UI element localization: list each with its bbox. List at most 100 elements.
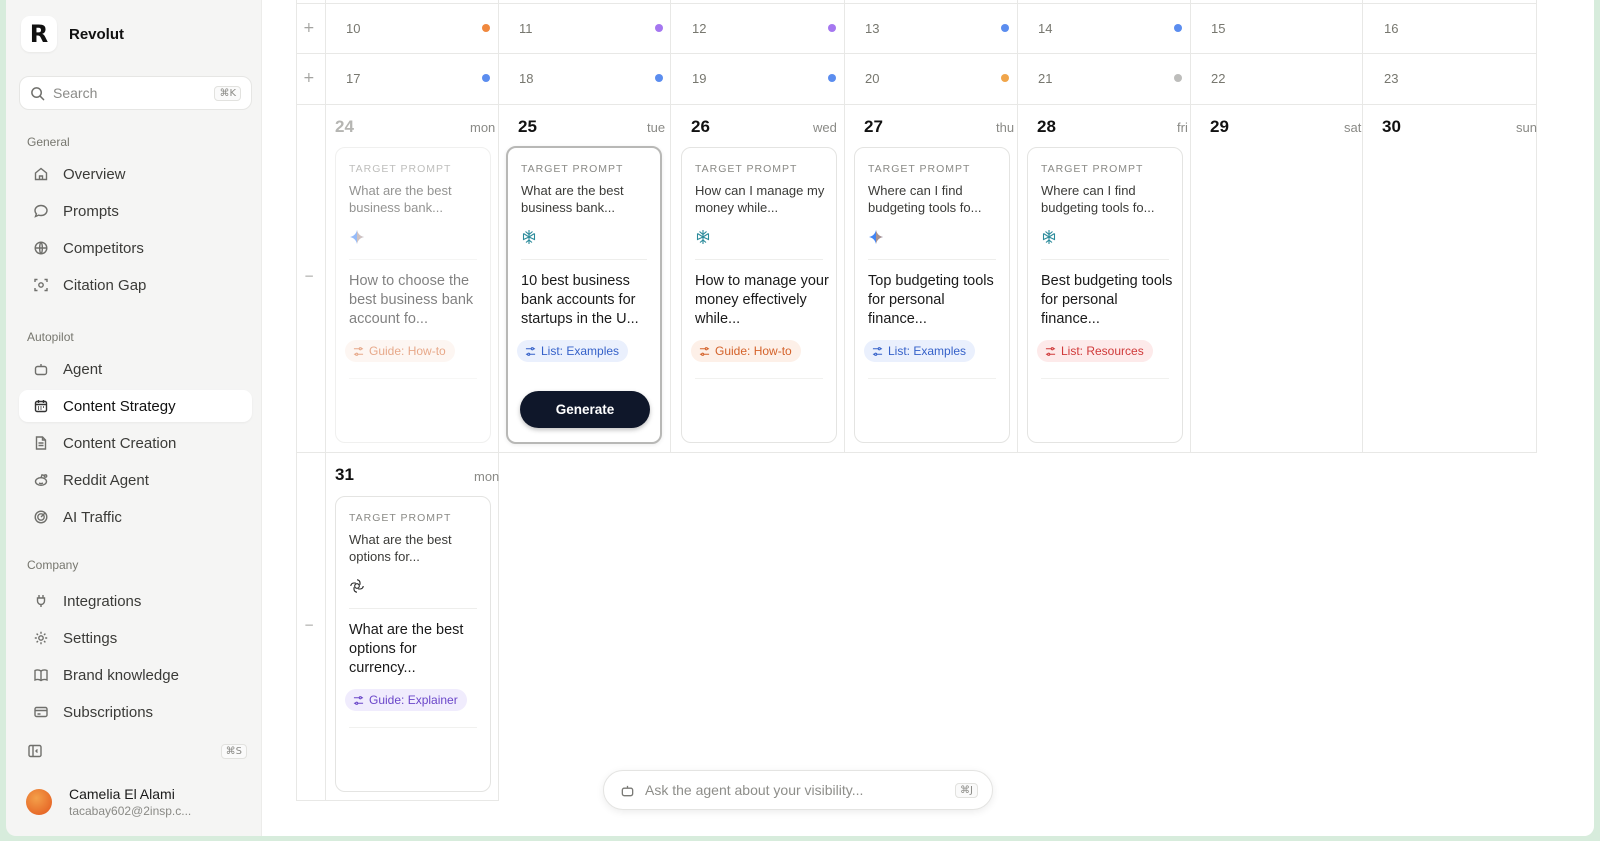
grid-line (1362, 0, 1363, 452)
content-card[interactable]: TARGET PROMPT How can I manage my money … (681, 147, 837, 443)
format-icon (1045, 346, 1056, 356)
sidebar-item-integrations[interactable]: Integrations (19, 585, 252, 617)
day-number[interactable]: 19 (692, 71, 706, 86)
status-dot (1001, 74, 1009, 82)
sidebar-item-settings[interactable]: Settings (19, 622, 252, 654)
search-box[interactable]: ⌘K (19, 76, 252, 110)
grid-line (670, 0, 671, 452)
content-card[interactable]: TARGET PROMPT What are the best business… (335, 147, 491, 443)
format-icon (699, 346, 710, 356)
search-icon (31, 86, 45, 100)
card-divider (868, 378, 996, 379)
day-number[interactable]: 22 (1211, 71, 1225, 86)
sidebar-item-brand-knowledge[interactable]: Brand knowledge (19, 659, 252, 691)
sidebar-item-reddit-agent[interactable]: Reddit Agent (19, 464, 252, 496)
status-dot (655, 24, 663, 32)
perplexity-icon (1042, 230, 1056, 244)
day-number[interactable]: 23 (1384, 71, 1398, 86)
card-divider (695, 259, 823, 260)
day-number[interactable]: 12 (692, 21, 706, 36)
agent-shortcut: ⌘J (955, 782, 978, 798)
document-icon (35, 436, 47, 450)
sidebar-item-agent[interactable]: Agent (19, 353, 252, 385)
day-number[interactable]: 17 (346, 71, 360, 86)
grid-line (844, 0, 845, 452)
expand-week-button[interactable]: + (303, 20, 315, 36)
agent-chat-input[interactable] (645, 782, 956, 798)
day-number[interactable]: 10 (346, 21, 360, 36)
day-name: mon (470, 120, 496, 135)
sidebar-item-label: Settings (63, 629, 118, 647)
brand-name: Revolut (69, 25, 125, 43)
sidebar-item-label: Subscriptions (63, 703, 154, 721)
target-prompt-label: TARGET PROMPT (1041, 163, 1144, 175)
day-number[interactable]: 20 (865, 71, 879, 86)
sidebar-item-competitors[interactable]: Competitors (19, 232, 252, 264)
article-title: What are the best options for currency..… (349, 622, 464, 676)
day-number[interactable]: 18 (519, 71, 533, 86)
content-card[interactable]: TARGET PROMPT What are the best business… (506, 146, 662, 444)
sidebar-item-prompts[interactable]: Prompts (19, 195, 252, 227)
agent-chat-bar[interactable]: ⌘J (603, 770, 993, 810)
brand-logo: R (21, 16, 57, 52)
day-number[interactable]: 16 (1384, 21, 1398, 36)
grid-line (296, 452, 1537, 453)
generate-button[interactable]: Generate (520, 391, 650, 428)
grid-line (296, 53, 1537, 54)
brand[interactable]: R Revolut (21, 16, 124, 52)
sidebar-item-label: Citation Gap (63, 276, 147, 294)
day-number[interactable]: 21 (1038, 71, 1052, 86)
sidebar-item-label: Brand knowledge (63, 666, 179, 684)
grid-line (1190, 0, 1191, 452)
content-card[interactable]: TARGET PROMPT What are the best options … (335, 496, 491, 792)
day-number[interactable]: 15 (1211, 21, 1225, 36)
content-card[interactable]: TARGET PROMPT Where can I find budgeting… (854, 147, 1010, 443)
sidebar-item-label: Content Creation (63, 434, 177, 452)
sidebar-toggle-icon[interactable] (27, 743, 43, 759)
target-prompt-text: What are the best business bank... (349, 183, 452, 215)
sidebar-item-citation-gap[interactable]: Citation Gap (19, 269, 252, 301)
sidebar-item-content-strategy[interactable]: Content Strategy (19, 390, 252, 422)
chat-bubble-icon (34, 204, 48, 218)
status-dot (1174, 74, 1182, 82)
target-prompt-text: What are the best options for... (349, 532, 452, 564)
collapse-shortcut: ⌘S (220, 743, 247, 759)
format-icon (353, 695, 364, 705)
calendar-view: + + 10 11 12 13 14 15 16 17 18 19 20 21 … (261, 0, 1594, 836)
format-icon (872, 346, 883, 356)
sidebar-item-subscriptions[interactable]: Subscriptions (19, 696, 252, 728)
sidebar-item-label: Reddit Agent (63, 471, 149, 489)
day-number: 26 (691, 117, 710, 136)
plug-icon (36, 595, 46, 607)
robot-icon (34, 364, 48, 376)
sidebar-item-overview[interactable]: Overview (19, 158, 252, 190)
day-number[interactable]: 13 (865, 21, 879, 36)
expand-week-button[interactable]: + (303, 70, 315, 86)
target-prompt-text: Where can I find budgeting tools fo... (868, 183, 982, 215)
collapse-week-button[interactable]: − (304, 269, 314, 283)
content-card[interactable]: TARGET PROMPT Where can I find budgeting… (1027, 147, 1183, 443)
sidebar-item-label: Prompts (63, 202, 119, 220)
article-title: Top budgeting tools for personal finance… (868, 273, 994, 327)
reddit-icon (34, 473, 48, 486)
grid-line (498, 0, 499, 800)
format-icon (353, 346, 364, 356)
search-input[interactable] (53, 85, 215, 101)
day-number[interactable]: 11 (519, 21, 533, 36)
collapse-week-button[interactable]: − (304, 618, 314, 632)
gemini-icon (869, 230, 883, 244)
day-number: 31 (335, 465, 354, 484)
status-dot (828, 24, 836, 32)
robot-icon (621, 785, 634, 796)
sidebar-item-content-creation[interactable]: Content Creation (19, 427, 252, 459)
article-title: How to choose the best business bank acc… (349, 273, 474, 327)
section-label-autopilot: Autopilot (27, 330, 74, 344)
target-prompt-text: Where can I find budgeting tools fo... (1041, 183, 1155, 215)
day-number[interactable]: 14 (1038, 21, 1052, 36)
article-title: 10 best business bank accounts for start… (521, 273, 639, 327)
search-shortcut: ⌘K (214, 85, 241, 101)
status-dot (482, 24, 490, 32)
user-profile[interactable]: Camelia El Alami tacabay602@2insp.c... (26, 786, 191, 818)
sidebar-item-ai-traffic[interactable]: AI Traffic (19, 501, 252, 533)
day-number: 30 (1382, 117, 1401, 136)
